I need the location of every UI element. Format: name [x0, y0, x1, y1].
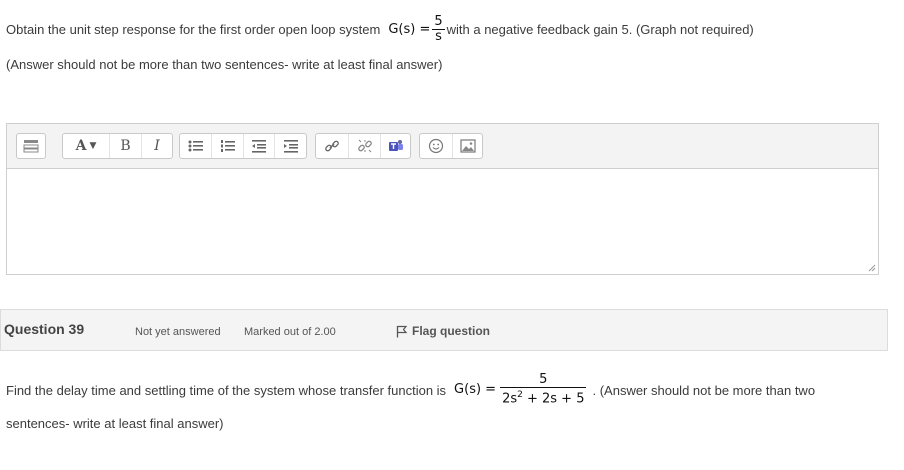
current-question-text: Find the delay time and settling time of… [6, 370, 815, 410]
formula-fraction: 5 2s2 + 2s + 5 [500, 372, 587, 407]
unlink-icon [357, 139, 372, 153]
transfer-function-formula: G(s) = 5 2s2 + 2s + 5 [454, 373, 588, 406]
toolbar-group-lists [179, 133, 307, 159]
teams-icon [388, 140, 403, 151]
previous-question-note: (Answer should not be more than two sent… [6, 57, 443, 72]
bold-button[interactable]: B [109, 134, 141, 158]
transfer-function-formula: G(s) = 5 s [388, 13, 446, 44]
outdent-button[interactable] [242, 134, 275, 158]
resize-handle-icon[interactable] [867, 263, 876, 272]
emoticon-button[interactable] [420, 134, 452, 158]
toolbar-group-insert [419, 133, 483, 159]
answer-text-area[interactable] [7, 170, 878, 274]
italic-button[interactable]: I [141, 134, 172, 158]
link-icon [325, 140, 339, 152]
question-text-before: Obtain the unit step response for the fi… [6, 21, 381, 37]
image-button[interactable] [452, 134, 482, 158]
formula-numerator: 5 [539, 372, 548, 388]
question-status: Not yet answered [135, 326, 221, 338]
link-button[interactable] [316, 134, 348, 158]
toolbar-toggle-button[interactable] [17, 134, 45, 158]
font-color-icon: A [75, 138, 87, 154]
toolbar-toggle-icon [23, 140, 39, 153]
question-number: Question 39 [4, 321, 85, 337]
formula-denominator-rest: + 2s + 5 [522, 391, 585, 407]
unordered-list-button[interactable] [180, 134, 211, 158]
indent-button[interactable] [274, 134, 306, 158]
formula-lhs: G(s) = [388, 21, 431, 37]
toolbar-group-format: A ▼ B I [62, 133, 173, 159]
flag-question-button[interactable]: Flag question [396, 324, 490, 338]
formula-numerator: 5 [434, 13, 443, 29]
question-text-before: Find the delay time and settling time of… [6, 382, 447, 398]
current-question-text-line2: sentences- write at least final answer) [6, 416, 224, 431]
emoticon-icon [428, 138, 444, 154]
ordered-list-icon [220, 140, 235, 152]
question-text-after: . (Answer should not be more than two [592, 382, 816, 398]
question-info-bar: Question 39 Not yet answered Marked out … [0, 309, 888, 351]
italic-icon: I [154, 138, 160, 154]
formula-denominator: s [432, 28, 445, 44]
toolbar-group-links [315, 133, 411, 159]
question-text-after: with a negative feedback gain 5. (Graph … [446, 21, 754, 37]
formula-fraction: 5 s [432, 13, 445, 44]
indent-icon [283, 140, 298, 153]
formula-denominator: 2s2 + 2s + 5 [500, 387, 587, 407]
ordered-list-button[interactable] [211, 134, 243, 158]
flag-icon [396, 325, 408, 337]
teams-button[interactable] [380, 134, 410, 158]
previous-question-text: Obtain the unit step response for the fi… [6, 14, 754, 44]
unlink-button[interactable] [348, 134, 380, 158]
image-icon [459, 139, 476, 153]
formula-denominator-term: 2s [502, 391, 518, 407]
chevron-down-icon: ▼ [89, 141, 97, 151]
outdent-icon [252, 140, 267, 153]
formula-lhs: G(s) = [454, 382, 497, 398]
question-marks: Marked out of 2.00 [244, 326, 336, 338]
bold-icon: B [120, 138, 131, 154]
editor-toolbar: A ▼ B I [7, 124, 878, 169]
toolbar-group-toggle [16, 133, 46, 159]
unordered-list-icon [188, 140, 203, 152]
flag-question-label: Flag question [412, 324, 490, 338]
answer-editor: A ▼ B I [6, 123, 879, 275]
font-color-button[interactable]: A ▼ [63, 134, 109, 158]
